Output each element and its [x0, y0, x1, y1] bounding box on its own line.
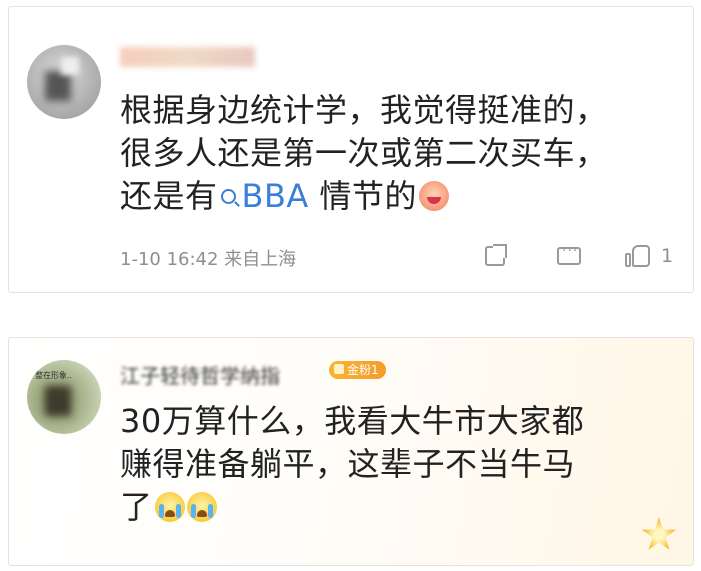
comment-text-suffix: 情节的 — [308, 177, 417, 215]
comment-meta: 1-10 16:42 来自上海 — [120, 249, 297, 270]
cry-emoji-icon — [154, 492, 185, 522]
comment-line: 了 — [120, 486, 584, 529]
comment-line: 赚得准备躺平，这辈子不当牛马 — [120, 445, 576, 483]
search-link-label: BBA — [241, 177, 309, 215]
avatar[interactable]: 整在形象.. — [27, 360, 101, 434]
laugh-emoji-icon — [419, 181, 449, 211]
share-button[interactable] — [485, 243, 507, 269]
reply-button[interactable] — [557, 243, 581, 269]
search-link[interactable]: BBA — [218, 177, 309, 215]
fan-badge[interactable]: 金粉1 — [329, 361, 386, 379]
star-badge-icon — [641, 517, 677, 550]
comment-text-prefix: 了 — [120, 488, 153, 526]
comment-text: 30万算什么，我看大牛市大家都 赚得准备躺平，这辈子不当牛马 了 — [120, 400, 584, 529]
comment-line: 根据身边统计学，我觉得挺准的， — [120, 91, 608, 129]
share-icon — [485, 244, 507, 266]
comment-line: 还是有 BBA 情节的 — [120, 175, 608, 218]
like-count: 1 — [661, 245, 674, 267]
comment-text-prefix: 还是有 — [120, 177, 218, 215]
avatar[interactable] — [27, 45, 101, 119]
username[interactable] — [120, 47, 255, 67]
cry-emoji-icon — [186, 492, 217, 522]
comment-card: 根据身边统计学，我觉得挺准的， 很多人还是第一次或第二次买车， 还是有 BBA 情… — [8, 6, 694, 293]
avatar-text: 整在形象.. — [35, 371, 73, 380]
comment-icon — [557, 243, 581, 265]
fan-badge-label: 金粉1 — [347, 363, 379, 377]
thumbs-up-icon — [625, 244, 651, 268]
comment-card: 整在形象.. 江子轻待哲学纳指 金粉1 30万算什么，我看大牛市大家都 赚得准备… — [8, 337, 694, 566]
comment-line: 30万算什么，我看大牛市大家都 — [120, 402, 585, 440]
comment-line: 很多人还是第一次或第二次买车， — [120, 134, 608, 172]
fan-badge-icon — [334, 364, 344, 374]
username[interactable]: 江子轻待哲学纳指 — [120, 360, 280, 389]
comment-text: 根据身边统计学，我觉得挺准的， 很多人还是第一次或第二次买车， 还是有 BBA 情… — [120, 89, 608, 218]
search-icon — [220, 189, 236, 204]
like-button[interactable]: 1 — [625, 243, 673, 269]
